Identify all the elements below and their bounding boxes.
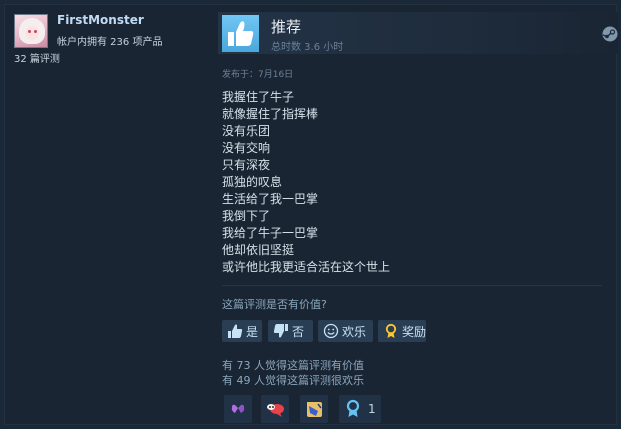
divider — [222, 285, 602, 286]
vote-yes-button[interactable]: 是 — [222, 320, 262, 342]
vote-no-button[interactable]: 否 — [268, 320, 313, 342]
vote-no-label: 否 — [292, 324, 305, 339]
review-line: 我握住了牛子 — [222, 90, 295, 104]
playtime: 总时数 3.6 小时 — [271, 42, 344, 53]
award-hearts-icon[interactable] — [224, 395, 252, 423]
thumbs-up-icon — [222, 15, 259, 52]
username-link[interactable]: FirstMonster — [57, 13, 144, 27]
review-line: 或许他比我更适合活在这个世上 — [222, 260, 391, 274]
review-line: 我倒下了 — [222, 209, 271, 223]
review-line: 他却依旧坚挺 — [222, 243, 295, 257]
helpful-question: 这篇评测是否有价值? — [222, 298, 327, 311]
review-count-link[interactable]: 32 篇评测 — [14, 50, 60, 65]
review-text: 我握住了牛子 就像握住了指挥棒 没有乐团 没有交响 只有深夜 孤独的叹息 生活给… — [222, 89, 390, 276]
award-ribbon-icon — [383, 323, 399, 339]
funny-count: 有 49 人觉得这篇评测很欢乐 — [222, 374, 364, 387]
award-ribbon-count[interactable]: 1 — [339, 395, 381, 423]
verdict-title[interactable]: 推荐 — [271, 16, 301, 37]
review-line: 生活给了我一巴掌 — [222, 192, 319, 206]
vote-header: 推荐 总时数 3.6 小时 — [218, 12, 618, 54]
avatar-face — [25, 26, 39, 40]
vote-yes-label: 是 — [246, 324, 259, 339]
award-ribbon-icon — [346, 399, 360, 417]
review-line: 没有乐团 — [222, 124, 271, 138]
review-line: 我给了牛子一巴掌 — [222, 226, 319, 240]
review-card: FirstMonster 帐户内拥有 236 项产品 32 篇评测 推荐 总时数… — [4, 4, 618, 425]
review-line: 没有交响 — [222, 141, 271, 155]
thumbs-up-icon — [227, 323, 243, 339]
thumbs-down-icon — [273, 323, 289, 339]
award-label: 奖励 — [402, 324, 427, 339]
smiley-icon — [323, 323, 339, 339]
vote-funny-button[interactable]: 欢乐 — [318, 320, 373, 342]
review-line: 就像握住了指挥棒 — [222, 107, 319, 121]
helpful-count: 有 73 人觉得这篇评测有价值 — [222, 359, 364, 372]
avatar-eye — [28, 30, 31, 33]
avatar[interactable] — [14, 14, 48, 48]
posted-date: 发布于：7月16日 — [222, 70, 294, 80]
award-speech-bubble-icon[interactable] — [261, 395, 289, 423]
award-button[interactable]: 奖励 — [378, 320, 426, 342]
award-count: 1 — [368, 402, 376, 416]
steam-logo-icon — [602, 26, 618, 42]
award-scroll-icon[interactable] — [300, 395, 328, 423]
products-owned-link[interactable]: 帐户内拥有 236 项产品 — [57, 33, 162, 48]
avatar-eye — [34, 30, 37, 33]
review-line: 只有深夜 — [222, 158, 271, 172]
vote-funny-label: 欢乐 — [342, 324, 367, 339]
review-line: 孤独的叹息 — [222, 175, 283, 189]
